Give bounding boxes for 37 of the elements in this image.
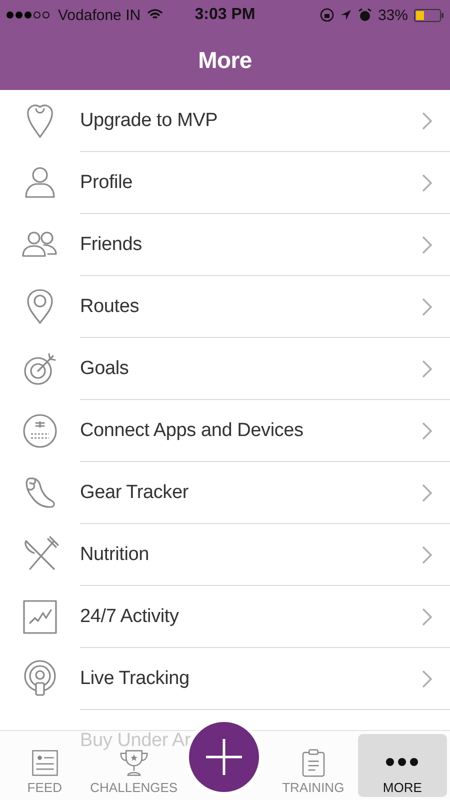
chevron-icon [422,298,432,316]
screen-title: More [198,46,252,74]
chevron-icon [422,422,432,440]
chart-icon [20,597,60,637]
carrier-name: Vodafone IN [58,6,141,24]
menu-row[interactable]: Goals [80,338,450,400]
battery-icon [414,8,444,22]
chevron-icon [422,112,432,130]
menu-row[interactable]: Routes [80,276,450,338]
plus-icon [204,738,242,776]
menu-row[interactable]: Nutrition [80,524,450,586]
menu-row[interactable]: Upgrade to MVP [80,90,450,152]
menu-row[interactable]: Connect Apps and Devices [80,400,450,462]
chevron-icon [422,546,432,564]
chevron-icon [422,484,432,502]
trophy-icon [118,749,149,777]
battery-percent: 33% [378,6,408,24]
wifi-icon [146,9,163,21]
rotation-lock-icon [320,8,334,22]
menu-row[interactable]: Profile [80,152,450,214]
clock-time: 3:03 PM [194,6,256,24]
chevron-icon [422,174,432,192]
clipboard-icon [302,749,325,777]
menu-row[interactable]: Live Tracking [80,648,450,710]
tab[interactable]: MORE [358,734,447,797]
location-arrow-icon [340,9,352,21]
menu-row[interactable]: Friends [80,214,450,276]
chevron-icon [422,608,432,626]
menu-row[interactable]: Gear Tracker [80,462,450,524]
chevron-icon [422,670,432,688]
feed-icon [30,749,59,777]
signal-icon [6,11,52,19]
alarm-icon [358,8,372,22]
chevron-icon [422,360,432,378]
chevron-icon [422,236,432,254]
menu-row[interactable]: 24/7 Activity [80,586,450,648]
more-icon [385,757,420,767]
